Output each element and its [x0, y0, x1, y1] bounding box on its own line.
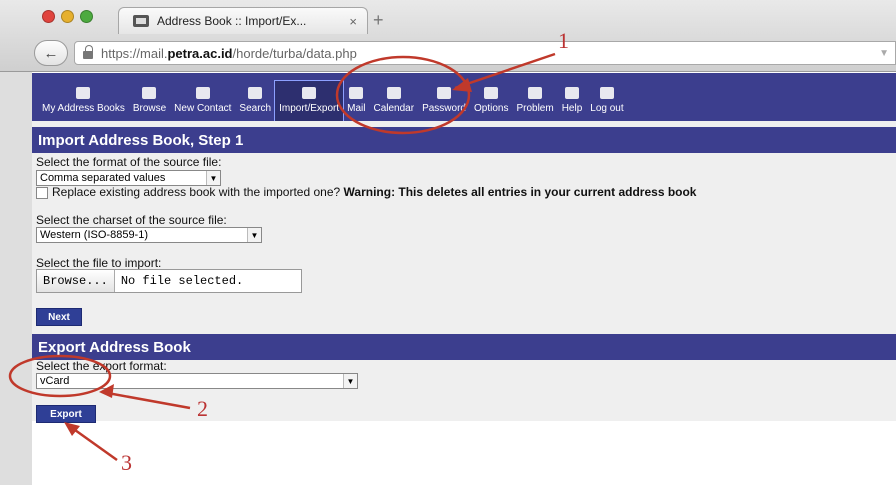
annotation-number-1: 1 — [558, 28, 569, 53]
arrowhead-3 — [64, 422, 80, 436]
annotation-circle-import-export — [335, 55, 471, 135]
annotation-circle-export-format — [8, 354, 112, 398]
annotation-arrow-2 — [101, 390, 191, 410]
annotation-number-2: 2 — [197, 396, 208, 421]
annotation-overlay — [8, 52, 556, 462]
annotation-arrow-1 — [454, 52, 556, 90]
arrowhead-1 — [452, 78, 472, 92]
annotation-number-3: 3 — [121, 450, 132, 475]
